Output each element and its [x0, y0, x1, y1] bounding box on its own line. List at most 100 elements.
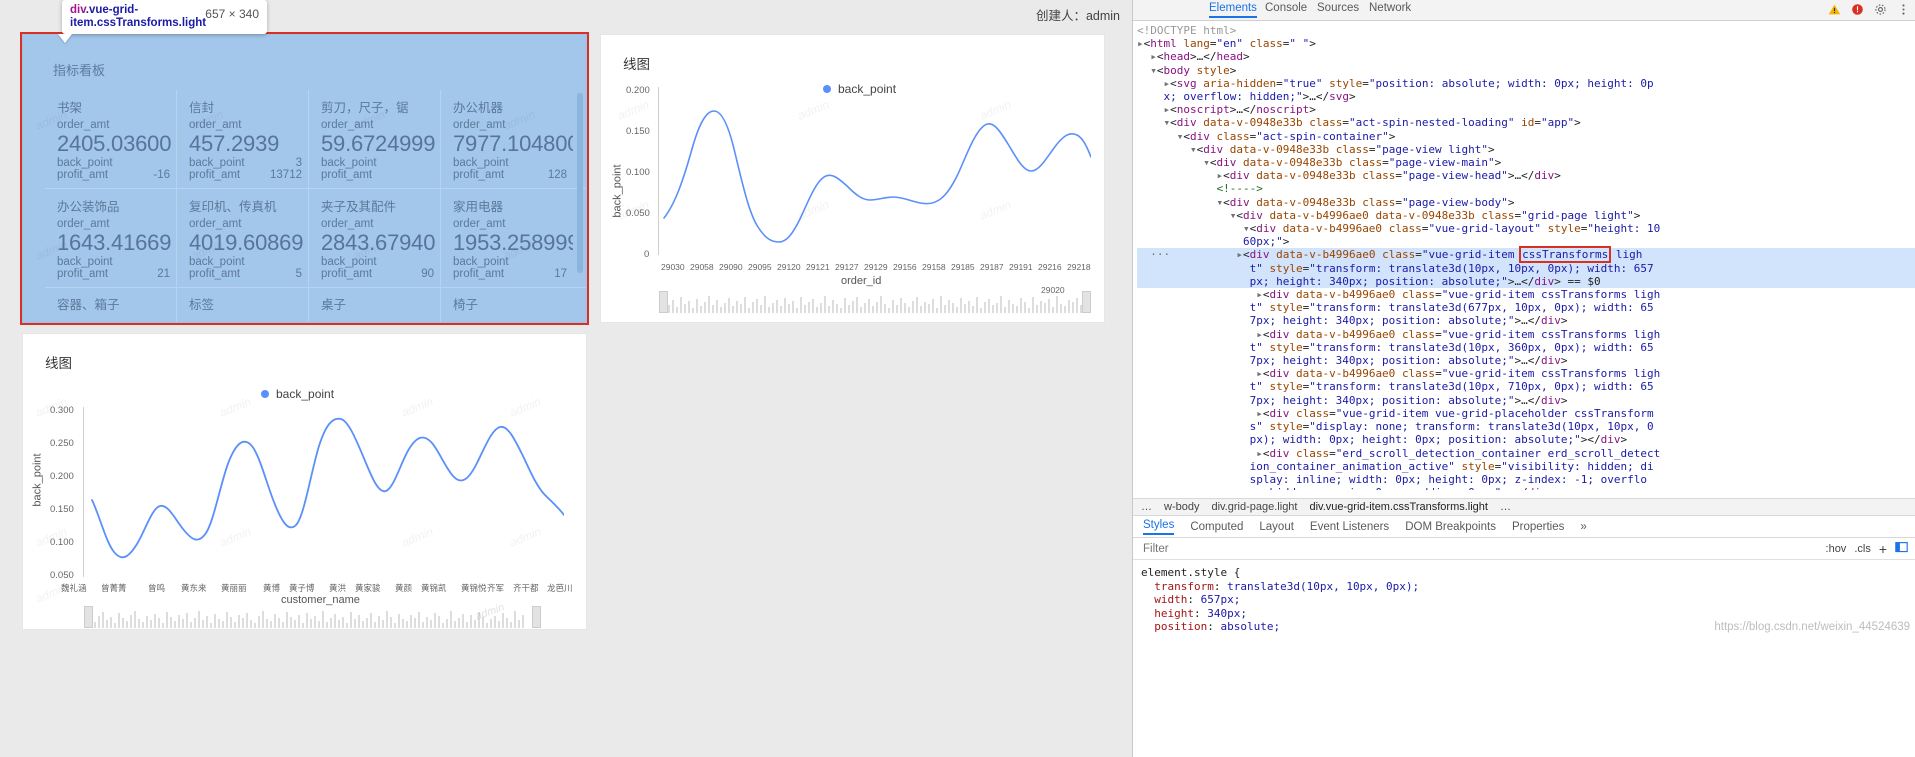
tab-elements[interactable]: Elements [1209, 2, 1257, 18]
dom-line[interactable]: ▾<body style> [1137, 64, 1915, 77]
style-declaration[interactable]: height: 340px; [1141, 607, 1915, 621]
tab-layout[interactable]: Layout [1259, 521, 1294, 533]
tab-sources[interactable]: Sources [1317, 2, 1359, 14]
metric-card[interactable]: 办公装饰品 order_amt 1643.41669 back_point pr… [45, 189, 177, 287]
breadcrumb-item[interactable]: div.grid-page.light [1211, 501, 1297, 513]
dom-line[interactable]: ▾<div data-v-0948e33b class="page-view l… [1137, 143, 1915, 156]
dom-line[interactable]: ▸<head>…</head> [1137, 50, 1915, 63]
breadcrumb-item-current[interactable]: div.vue-grid-item.cssTransforms.light [1309, 501, 1488, 513]
metric-key-order-amt: order_amt [189, 119, 242, 131]
metric-value-profit-amt: 13712 [270, 169, 302, 181]
new-style-rule-icon[interactable]: + [1879, 541, 1887, 557]
dom-line[interactable]: ▸<div data-v-b4996ae0 class="vue-grid-it… [1137, 288, 1915, 301]
metric-card[interactable]: 剪刀，尺子，锯 order_amt 59.6724999 back_point … [309, 90, 441, 188]
dom-line-selected-cont[interactable]: px; height: 340px; position: absolute;">… [1137, 274, 1915, 289]
dom-line[interactable]: <!----> [1137, 182, 1915, 195]
dom-line[interactable]: x; overflow: hidden;">…</svg> [1137, 90, 1915, 103]
style-declaration[interactable]: transform: translate3d(10px, 10px, 0px); [1141, 580, 1915, 594]
dom-line[interactable]: w: hidden; margin: 0px; padding: 0px;">…… [1137, 486, 1915, 490]
legend-marker-icon [261, 390, 269, 398]
dom-line[interactable]: ▸<div data-v-b4996ae0 class="vue-grid-it… [1137, 367, 1915, 380]
breadcrumb-item[interactable]: … [1141, 501, 1152, 513]
metric-line-back-point: back_point [453, 256, 573, 268]
metric-card[interactable]: 标签 [177, 288, 309, 322]
dom-line[interactable]: ▸<div data-v-b4996ae0 class="vue-grid-it… [1137, 328, 1915, 341]
metric-card[interactable]: 家用电器 order_amt 1953.258999 back_point pr… [441, 189, 573, 287]
dom-line[interactable]: ▾<div data-v-0948e33b class="page-view-b… [1137, 196, 1915, 209]
brush-handle-left[interactable] [84, 606, 93, 628]
grid-item-metric-board[interactable]: 指标看板 admin admin admin admin admin admin… [20, 32, 589, 325]
dom-line[interactable]: 7px; height: 340px; position: absolute;"… [1137, 354, 1915, 367]
x-tick-label: 龙芭川 [547, 583, 573, 593]
grid-item-line-chart-customer[interactable]: 线图 back_point admin admin admin admin ad… [22, 333, 587, 630]
more-tabs-icon[interactable]: » [1580, 521, 1586, 533]
metric-card[interactable]: 椅子 [441, 288, 573, 322]
more-options-icon[interactable] [1897, 3, 1910, 16]
filter-input[interactable] [1141, 541, 1818, 556]
breadcrumb-item[interactable]: w-body [1164, 501, 1199, 513]
metric-card[interactable]: 复印机、传真机 order_amt 4019.60869 back_point … [177, 189, 309, 287]
tab-network[interactable]: Network [1369, 2, 1411, 14]
dom-line[interactable]: s" style="display: none; transform: tran… [1137, 420, 1915, 433]
styles-pane[interactable]: element.style { transform: translate3d(1… [1133, 560, 1915, 757]
warning-icon[interactable] [1828, 3, 1841, 16]
gear-icon[interactable] [1874, 3, 1887, 16]
tab-computed[interactable]: Computed [1190, 521, 1243, 533]
dom-line[interactable]: ▾<div data-v-0948e33b class="page-view-m… [1137, 156, 1915, 169]
metric-card[interactable]: 容器、箱子 [45, 288, 177, 322]
brush-handle-right[interactable] [532, 606, 541, 628]
dom-line[interactable]: splay: inline; width: 0px; height: 0px; … [1137, 473, 1915, 486]
metric-card[interactable]: 信封 order_amt 457.2939 back_point 3 profi… [177, 90, 309, 188]
style-declaration[interactable]: width: 657px; [1141, 593, 1915, 607]
dom-line[interactable]: 60px;"> [1137, 235, 1915, 248]
dom-line[interactable]: ▾<div data-v-b4996ae0 data-v-0948e33b cl… [1137, 209, 1915, 222]
tab-dom-breakpoints[interactable]: DOM Breakpoints [1405, 521, 1496, 533]
cls-toggle[interactable]: .cls [1854, 543, 1871, 555]
chart-brush[interactable] [659, 291, 1091, 313]
toggle-device-icon[interactable] [1895, 541, 1908, 557]
metric-card[interactable]: 办公机器 order_amt 7977.104800 back_point pr… [441, 90, 573, 188]
chart-legend[interactable]: back_point [261, 387, 334, 401]
tab-event-listeners[interactable]: Event Listeners [1310, 521, 1389, 533]
brush-handle-left[interactable] [659, 291, 668, 313]
grid-item-line-chart-order[interactable]: 线图 back_point admin admin admin admin ad… [600, 34, 1105, 323]
dom-line[interactable]: t" style="transform: translate3d(10px, 3… [1137, 341, 1915, 354]
dom-line[interactable]: ion_container_animation_active" style="v… [1137, 460, 1915, 473]
tab-styles[interactable]: Styles [1143, 519, 1175, 535]
dom-line[interactable]: 7px; height: 340px; position: absolute;"… [1137, 394, 1915, 407]
dom-line-selected[interactable]: ··· ▸<div data-v-b4996ae0 class="vue-gri… [1137, 246, 1915, 264]
dom-line[interactable]: ▾<div class="act-spin-container"> [1137, 130, 1915, 143]
dom-line[interactable]: ▸<div data-v-0948e33b class="page-view-h… [1137, 169, 1915, 182]
hov-toggle[interactable]: :hov [1826, 543, 1847, 555]
brush-handle-right[interactable] [1082, 291, 1091, 313]
error-icon[interactable] [1851, 3, 1864, 16]
metric-category: 办公装饰品 [57, 200, 120, 214]
dom-line[interactable]: ▸<div class="erd_scroll_detection_contai… [1137, 447, 1915, 460]
metric-key-profit-amt: profit_amt [57, 169, 109, 181]
dom-line[interactable]: ▾<div data-v-b4996ae0 class="vue-grid-la… [1137, 222, 1915, 235]
metric-card[interactable]: 书架 order_amt 2405.03600 back_point profi… [45, 90, 177, 188]
metric-line-back-point: back_point [453, 157, 573, 169]
dom-line[interactable]: t" style="transform: translate3d(677px, … [1137, 301, 1915, 314]
metric-card[interactable]: 夹子及其配件 order_amt 2843.67940 back_point p… [309, 189, 441, 287]
dom-line[interactable]: ▸<div class="vue-grid-item vue-grid-plac… [1137, 407, 1915, 420]
watermark: admin [615, 97, 652, 123]
dom-line[interactable]: ▸<noscript>…</noscript> [1137, 103, 1915, 116]
dom-line[interactable]: ▸<html lang="en" class=" "> [1137, 37, 1915, 50]
dom-line[interactable]: ▾<div data-v-0948e33b class="act-spin-ne… [1137, 116, 1915, 129]
dom-line[interactable]: 7px; height: 340px; position: absolute;"… [1137, 314, 1915, 327]
dom-line[interactable]: <!DOCTYPE html> [1137, 24, 1915, 37]
metric-line-profit-amt: profit_amt 13712 [189, 169, 308, 181]
dom-line-selected-cont[interactable]: t" style="transform: translate3d(10px, 1… [1137, 261, 1915, 275]
board-scrollbar[interactable] [577, 93, 583, 273]
tab-properties[interactable]: Properties [1512, 521, 1564, 533]
dom-line[interactable]: t" style="transform: translate3d(10px, 7… [1137, 380, 1915, 393]
dom-line[interactable]: ▸<svg aria-hidden="true" style="position… [1137, 77, 1915, 90]
tab-console[interactable]: Console [1265, 2, 1307, 14]
metric-key-order-amt: order_amt [57, 218, 110, 230]
metric-card[interactable]: 桌子 [309, 288, 441, 322]
dom-tree[interactable]: <!DOCTYPE html> ▸<html lang="en" class="… [1133, 20, 1915, 490]
dom-line[interactable]: px); width: 0px; height: 0px; position: … [1137, 433, 1915, 446]
breadcrumb-item[interactable]: … [1500, 501, 1511, 513]
y-tick-label: 0.250 [50, 438, 74, 449]
